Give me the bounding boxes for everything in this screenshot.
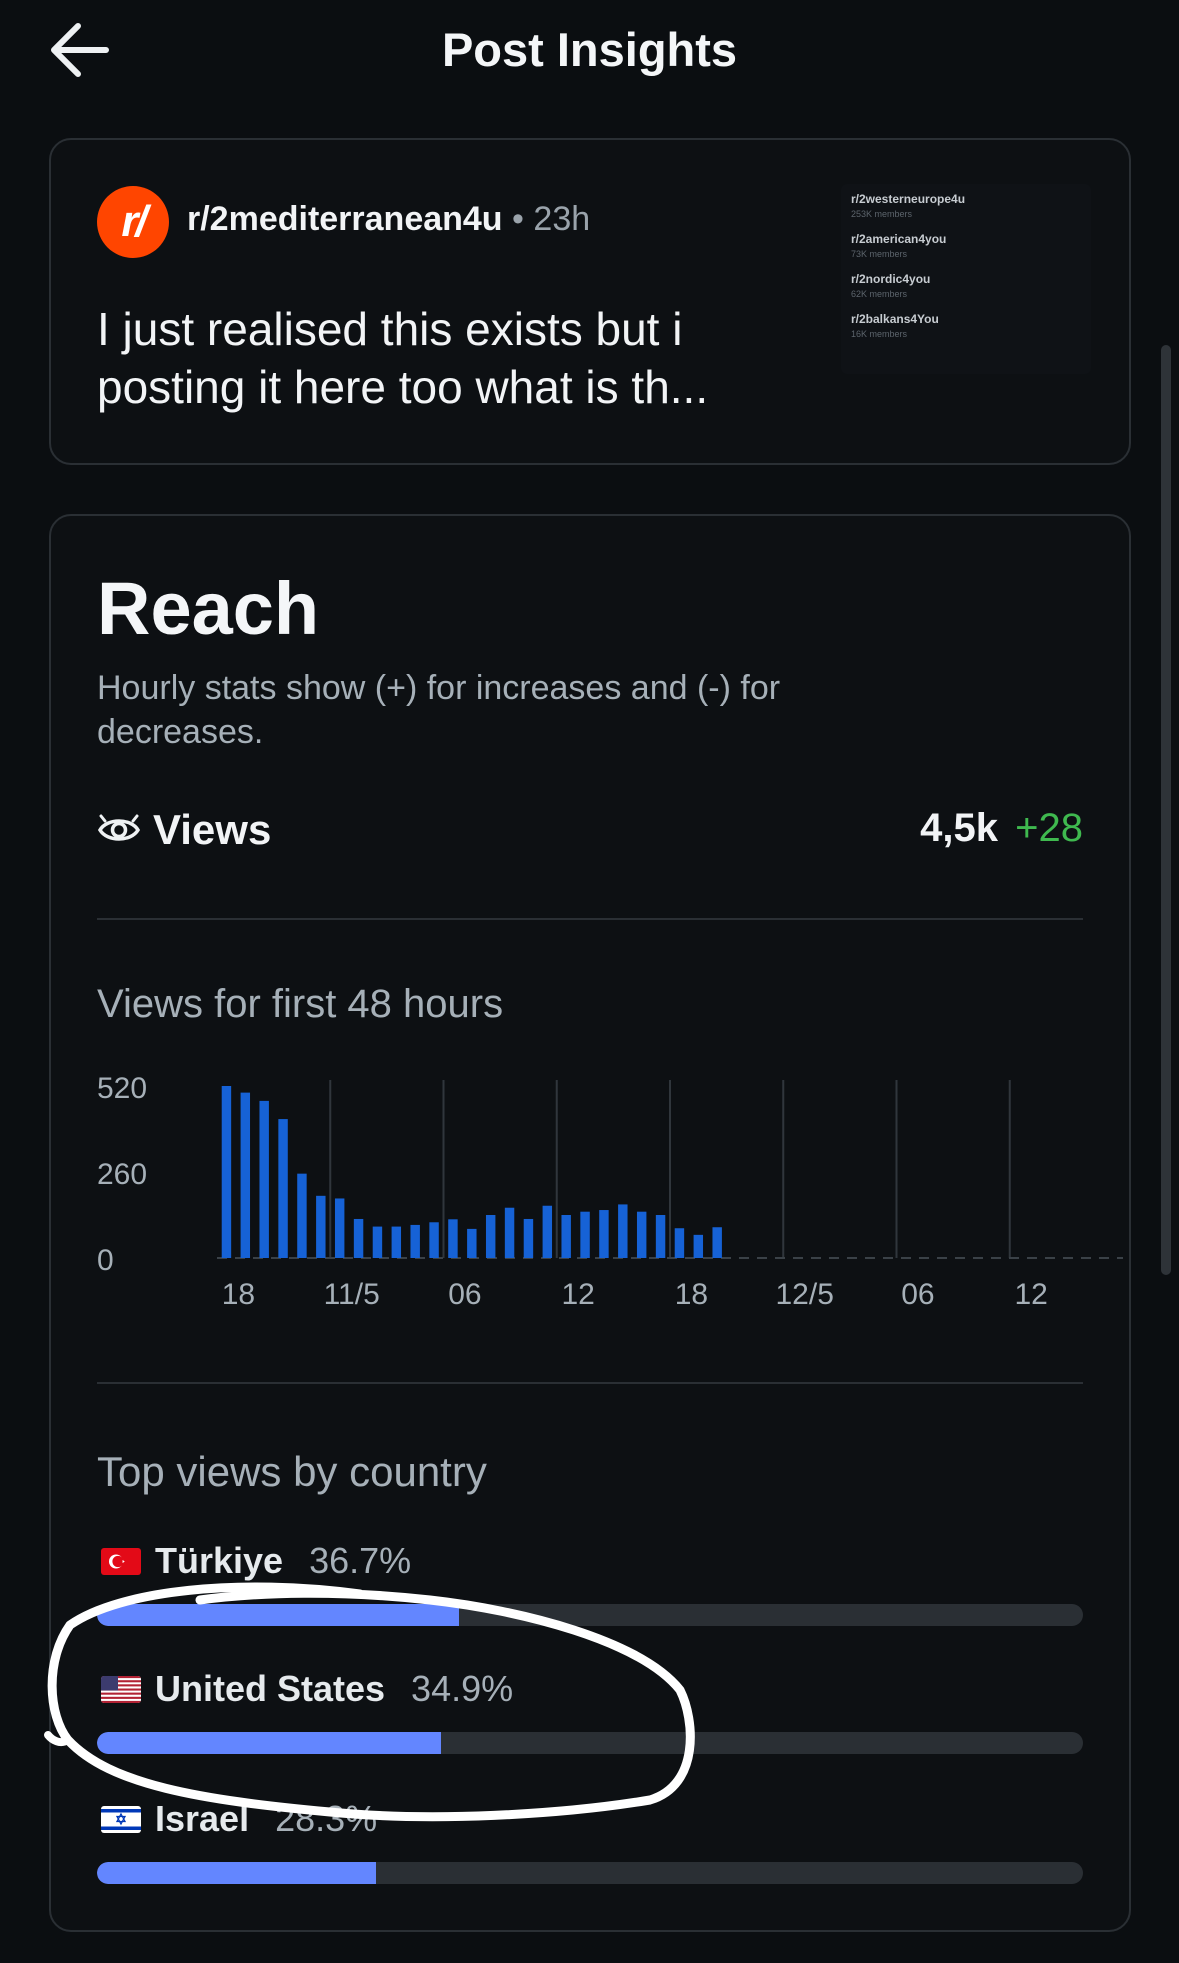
country-bar [97, 1862, 1083, 1884]
chart-x-tick: 12 [1015, 1278, 1048, 1311]
chart-bar [674, 1228, 685, 1258]
country-bar-fill [97, 1732, 442, 1754]
country-name: Türkiye [155, 1540, 284, 1581]
country-row: United States 34.9% [97, 1668, 1083, 1778]
eye-icon [97, 814, 141, 841]
thumbnail-item: r/2american4you 73K members [851, 232, 1081, 259]
thumbnail-members: 73K members [851, 249, 908, 259]
chart-bar [372, 1226, 383, 1258]
chart-bar [542, 1205, 553, 1258]
chart-bar [240, 1092, 251, 1258]
country-bar-fill [97, 1862, 377, 1884]
usa-flag-icon [101, 1676, 141, 1703]
chart-x-tick: 12/5 [775, 1278, 833, 1311]
thumbnail-name: r/2nordic4you [851, 272, 931, 286]
divider [97, 918, 1083, 920]
post-card[interactable]: r/ r/2mediterranean4u • 23h I just reali… [49, 138, 1131, 465]
country-head: Israel 28.3% [97, 1798, 377, 1848]
countries-title: Top views by country [97, 1448, 487, 1495]
chart-x-tick: 12 [562, 1278, 595, 1311]
page-title: Post Insights [441, 23, 738, 76]
chart-bar [410, 1224, 420, 1258]
chart-x-tick: 11/5 [324, 1278, 380, 1311]
chart-bar [353, 1218, 364, 1258]
chart-x-tick: 18 [222, 1278, 255, 1311]
post-time: 23h [533, 200, 591, 238]
country-row: Türkiye 36.7% [97, 1540, 1083, 1650]
views-value: 4,5k +28 [920, 806, 1083, 851]
thumbnail-members: 253K members [851, 209, 913, 219]
chart-bar [655, 1215, 666, 1258]
chart-bar [467, 1228, 477, 1258]
chart-bar [259, 1100, 269, 1258]
country-head: United States 34.9% [97, 1668, 513, 1718]
chart-x-tick: 18 [675, 1278, 708, 1311]
thumbnail-item: r/2westerneurope4u 253K members [851, 192, 1081, 219]
country-name: Israel [155, 1798, 250, 1839]
thumbnail-item: r/2balkans4You 16K members [851, 312, 1081, 339]
header: Post Insights [0, 0, 1179, 110]
chart-bar [599, 1210, 609, 1258]
country-bar [97, 1732, 1083, 1754]
country-bar [97, 1604, 1083, 1626]
reach-card: Reach Hourly stats show (+) for increase… [49, 514, 1131, 1932]
thumbnail-name: r/2balkans4You [851, 312, 939, 326]
chart-bar [618, 1204, 628, 1258]
post-thumbnail[interactable]: r/2westerneurope4u 253K members r/2ameri… [841, 184, 1091, 374]
views-total: 4,5k [920, 806, 999, 850]
chart-bar [316, 1195, 326, 1258]
thumbnail-members: 62K members [851, 289, 908, 299]
views-row: Views 4,5k +28 [97, 806, 1083, 856]
country-row: Israel 28.3% [97, 1798, 1083, 1908]
thumbnail-members: 16K members [851, 329, 908, 339]
views-label: Views [153, 806, 272, 853]
divider [97, 1382, 1083, 1384]
chart-bar [221, 1086, 232, 1258]
post-meta: r/2mediterranean4u • 23h [187, 200, 590, 239]
country-bar-fill [97, 1604, 459, 1626]
subreddit-name[interactable]: r/2mediterranean4u [187, 200, 503, 238]
chart-bar [278, 1119, 288, 1258]
chart-title: Views for first 48 hours [97, 982, 504, 1026]
country-percent: 28.3% [275, 1798, 378, 1839]
israel-flag-icon [101, 1806, 141, 1833]
country-percent: 36.7% [309, 1540, 412, 1581]
turkey-flag-icon [101, 1548, 141, 1575]
scrollbar[interactable] [1161, 345, 1171, 1275]
chart-bar [448, 1219, 458, 1258]
chart-bar [523, 1218, 534, 1258]
chart-bar [391, 1226, 402, 1258]
chart-bar [561, 1215, 571, 1258]
chart-bar [334, 1198, 345, 1258]
thumbnail-item: r/2nordic4you 62K members [851, 272, 1081, 299]
chart-bar [429, 1222, 439, 1258]
chart-bar [712, 1227, 722, 1258]
views-bar-chart: 520 260 0 18 11/5 06 12 18 12/5 06 12 [97, 1072, 1123, 1311]
views-delta: +28 [1015, 806, 1083, 850]
reach-description: Hourly stats show (+) for increases and … [97, 669, 781, 751]
post-title: I just realised this exists but i postin… [97, 303, 709, 413]
country-percent: 34.9% [411, 1668, 514, 1709]
chart-bar [297, 1173, 307, 1258]
meta-separator: • [512, 200, 524, 238]
thumbnail-name: r/2westerneurope4u [851, 192, 966, 206]
chart-bar [504, 1207, 515, 1258]
country-head: Türkiye 36.7% [97, 1540, 411, 1590]
chart-bar [485, 1215, 496, 1258]
chart-bar [636, 1211, 647, 1258]
thumbnail-name: r/2american4you [851, 232, 947, 246]
chart-bar [580, 1211, 590, 1258]
subreddit-icon: r/ [97, 186, 169, 258]
chart-bar [693, 1234, 704, 1258]
reach-title: Reach [97, 567, 320, 650]
chart-y-tick: 0 [97, 1244, 114, 1277]
chart-y-tick: 260 [97, 1158, 147, 1191]
chart-x-tick: 06 [448, 1278, 481, 1311]
chart-y-tick: 520 [97, 1072, 147, 1105]
country-name: United States [155, 1668, 386, 1709]
chart-x-tick: 06 [901, 1278, 934, 1311]
